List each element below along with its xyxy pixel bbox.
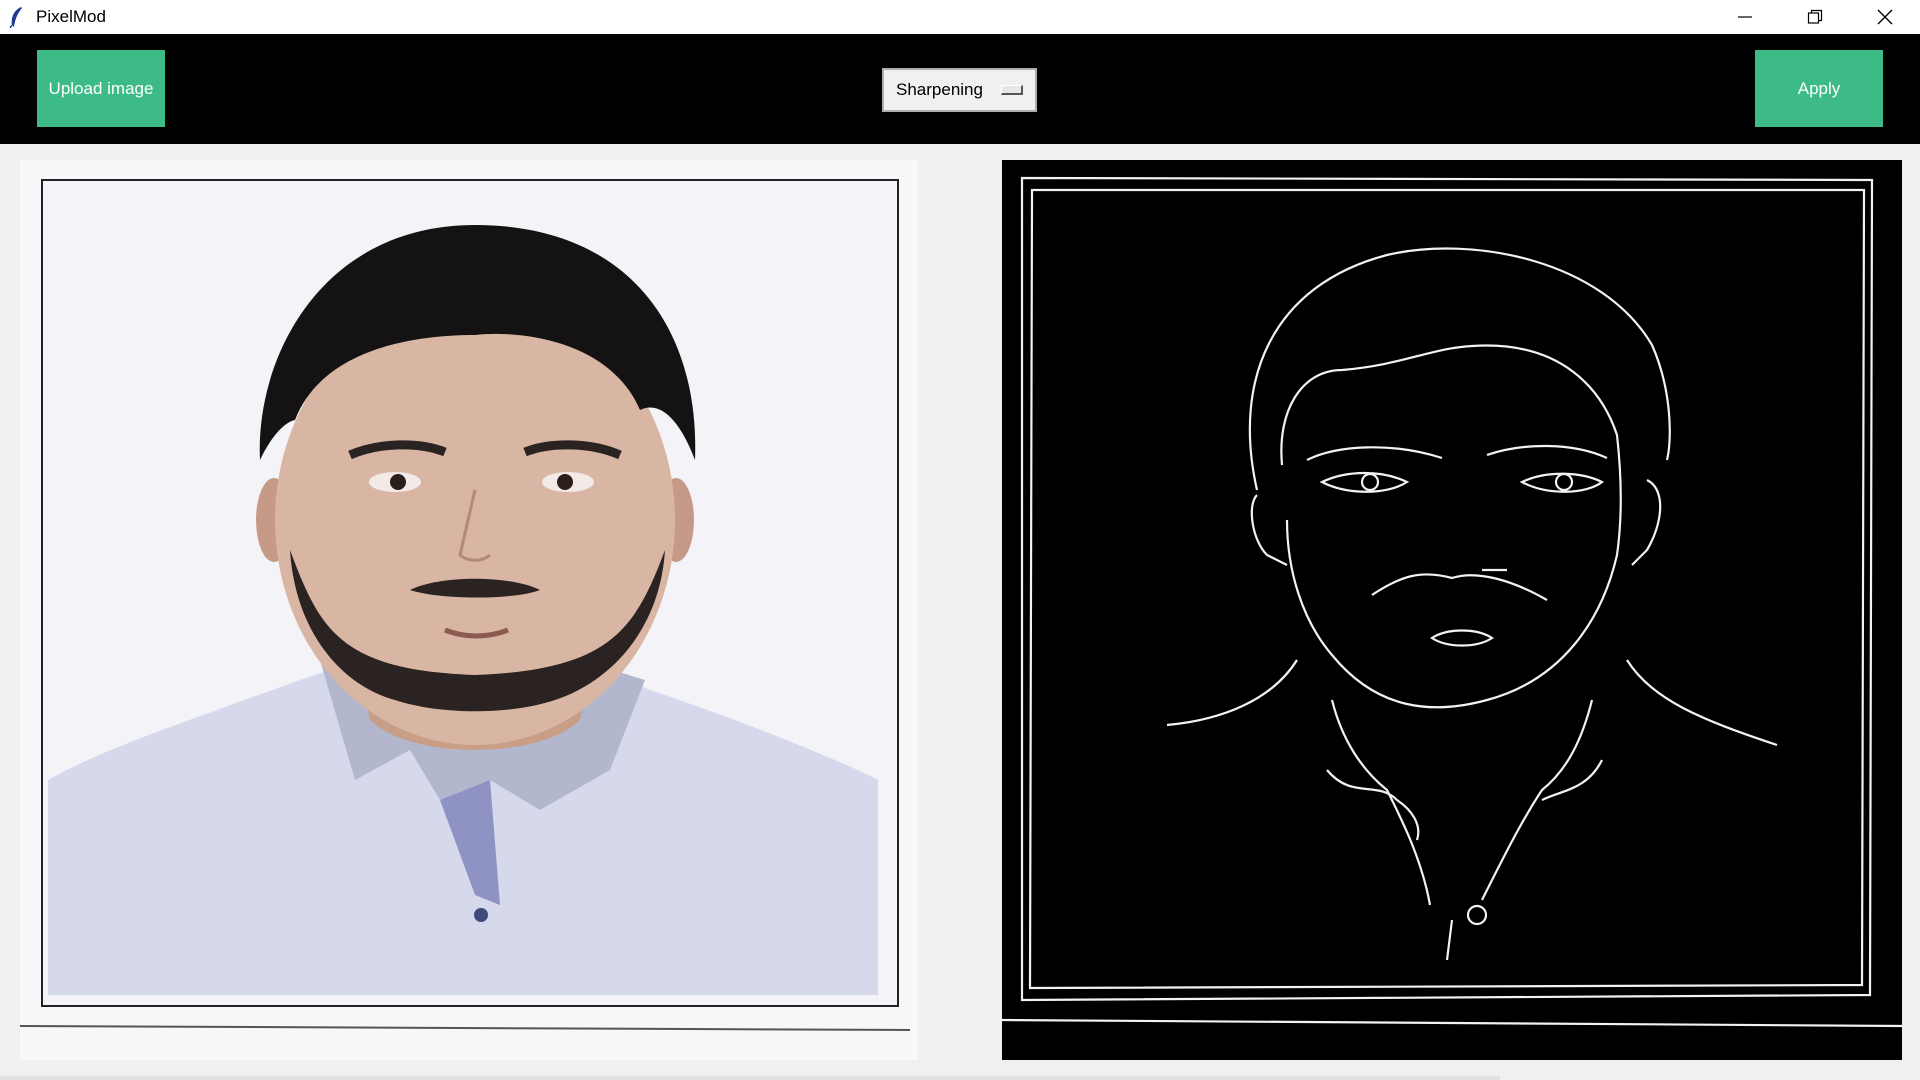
title-bar: PixelMod [0,0,1920,34]
restore-icon [1807,9,1823,24]
filter-dropdown-label: Sharpening [896,80,983,99]
processed-image-panel [1002,160,1902,1060]
minimize-button[interactable] [1710,0,1780,34]
status-strip [0,1076,1500,1080]
original-image-panel [20,160,918,1060]
apply-button[interactable]: Apply [1755,50,1883,127]
toolbar: Upload image Sharpening Apply [0,34,1920,144]
dropdown-indicator-icon [1001,85,1023,95]
window-title: PixelMod [36,7,106,26]
minimize-icon [1738,16,1752,18]
original-portrait-image [20,160,918,1060]
restore-button[interactable] [1780,0,1850,34]
feather-icon [6,6,28,28]
upload-image-button[interactable]: Upload image [37,50,165,127]
filter-dropdown[interactable]: Sharpening [882,68,1037,112]
close-icon [1877,9,1893,25]
edge-detected-portrait-image [1002,160,1902,1060]
close-button[interactable] [1850,0,1920,34]
